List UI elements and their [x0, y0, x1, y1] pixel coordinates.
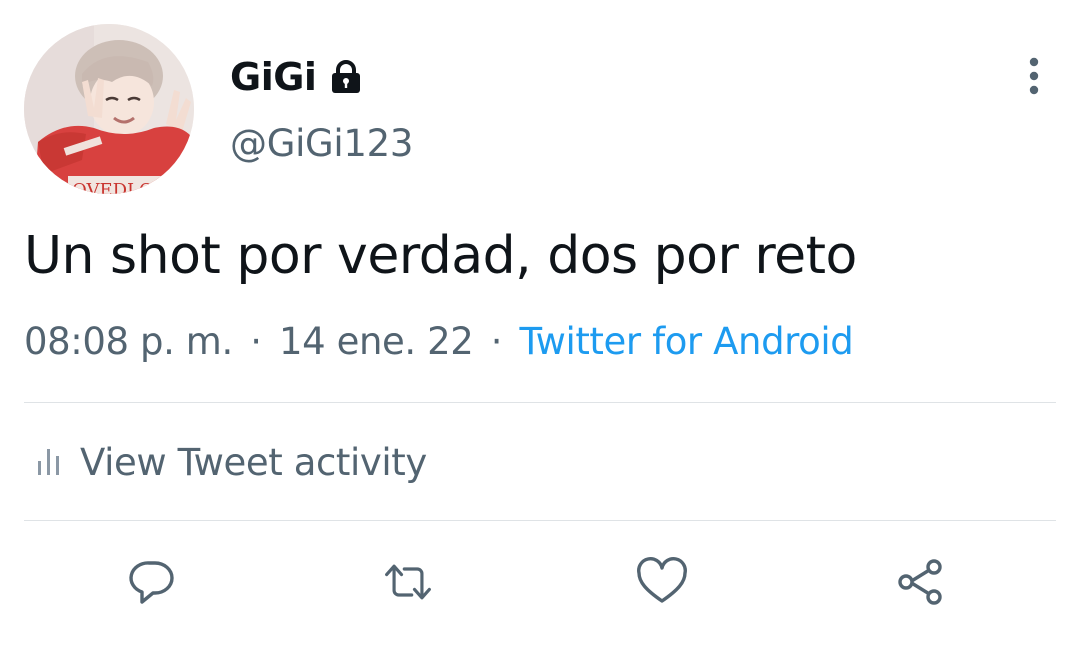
- reply-button[interactable]: [126, 556, 178, 608]
- user-display-name[interactable]: GiGi: [230, 55, 317, 99]
- tweet-source-link[interactable]: Twitter for Android: [520, 320, 854, 363]
- reply-icon: [129, 561, 174, 604]
- retweet-icon: [385, 564, 431, 600]
- view-tweet-activity-button[interactable]: View Tweet activity: [36, 436, 427, 488]
- more-vertical-icon: [1029, 57, 1039, 95]
- avatar-image: OVEDLOVE: [24, 24, 194, 194]
- view-tweet-activity-label: View Tweet activity: [80, 440, 427, 484]
- user-name-row: GiGi: [230, 52, 364, 102]
- lock-icon: [328, 59, 364, 95]
- meta-separator-2: ·: [490, 320, 503, 363]
- divider: [24, 520, 1056, 521]
- share-icon: [898, 559, 942, 605]
- more-options-button[interactable]: [1010, 52, 1058, 100]
- heart-icon: [637, 557, 687, 603]
- tweet-date[interactable]: 14 ene. 22: [279, 320, 474, 363]
- avatar[interactable]: OVEDLOVE: [24, 24, 194, 194]
- tweet-time[interactable]: 08:08 p. m.: [24, 320, 233, 363]
- retweet-button[interactable]: [382, 556, 434, 608]
- tweet-meta: 08:08 p. m. · 14 ene. 22 · Twitter for A…: [24, 320, 854, 363]
- tweet-text: Un shot por verdad, dos por reto: [24, 226, 857, 286]
- tweet-detail: OVEDLOVE GiGi @GiGi123 Un shot por verda…: [0, 0, 1080, 659]
- divider: [24, 402, 1056, 403]
- bar-chart-icon: [38, 449, 59, 475]
- share-button[interactable]: [895, 556, 947, 608]
- meta-separator: ·: [250, 320, 262, 363]
- user-handle[interactable]: @GiGi123: [230, 122, 413, 165]
- like-button[interactable]: [636, 556, 688, 608]
- avatar-shirt-text: OVEDLOVE: [72, 180, 180, 194]
